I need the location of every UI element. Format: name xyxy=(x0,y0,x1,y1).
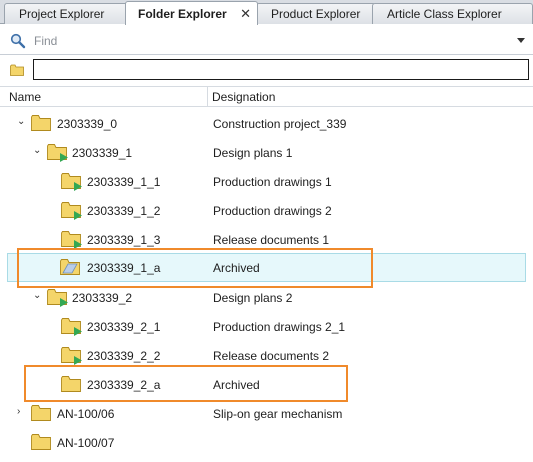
row-designation: Design plans 1 xyxy=(213,146,293,160)
column-designation-header[interactable]: Designation xyxy=(212,90,275,104)
folder-icon xyxy=(61,376,81,392)
path-input[interactable] xyxy=(33,59,529,80)
shared-folder-icon xyxy=(61,231,82,249)
row-name: 2303339_1_a xyxy=(87,261,161,275)
shared-folder-icon xyxy=(61,202,82,220)
tab-label: Article Class Explorer xyxy=(387,7,502,21)
row-designation: Design plans 2 xyxy=(213,291,293,305)
folder-icon xyxy=(10,64,24,76)
tree-row[interactable]: 2303339_2_2 Release documents 2 xyxy=(0,341,533,370)
tab-article-class-explorer[interactable]: Article Class Explorer xyxy=(372,3,533,24)
tree-row[interactable]: 2303339_2_1 Production drawings 2_1 xyxy=(0,312,533,341)
row-name: 2303339_2_1 xyxy=(87,320,161,334)
folder-icon xyxy=(31,115,51,131)
tab-label: Product Explorer xyxy=(271,7,361,21)
shared-folder-icon xyxy=(61,173,82,191)
search-icon xyxy=(10,33,26,49)
chevron-down-icon[interactable]: ⌄ xyxy=(17,117,27,127)
row-designation: Production drawings 1 xyxy=(213,175,332,189)
tree-row[interactable]: ⌄ 2303339_2 Design plans 2 xyxy=(0,283,533,312)
shared-folder-icon xyxy=(61,318,82,336)
folder-icon xyxy=(31,405,51,421)
row-name: 2303339_2_2 xyxy=(87,349,161,363)
tab-product-explorer[interactable]: Product Explorer xyxy=(256,3,376,24)
column-divider[interactable] xyxy=(207,87,208,106)
find-input[interactable]: Find xyxy=(34,34,57,48)
row-name: 2303339_1 xyxy=(72,146,133,160)
row-designation: Production drawings 2 xyxy=(213,204,332,218)
shared-folder-icon xyxy=(61,347,82,365)
row-designation: Release documents 1 xyxy=(213,233,330,247)
row-name: 2303339_2_a xyxy=(87,378,161,392)
row-name: 2303339_0 xyxy=(57,117,118,131)
row-designation: Archived xyxy=(213,378,260,392)
archive-folder-icon xyxy=(60,259,80,275)
close-icon[interactable]: ✕ xyxy=(240,6,251,22)
tree-row[interactable]: AN-100/07 xyxy=(0,428,533,457)
tab-strip: Project Explorer Folder Explorer ✕ Produ… xyxy=(0,0,533,25)
tree-row[interactable]: 2303339_2_a Archived xyxy=(0,370,533,399)
tree-row[interactable]: ⌄ 2303339_1 Design plans 1 xyxy=(0,138,533,167)
tree-row[interactable]: 2303339_1_1 Production drawings 1 xyxy=(0,167,533,196)
row-name: 2303339_2 xyxy=(72,291,133,305)
row-designation: Production drawings 2_1 xyxy=(213,320,346,334)
shared-folder-icon xyxy=(47,289,68,307)
tab-folder-explorer[interactable]: Folder Explorer ✕ xyxy=(125,1,258,25)
tree-row-selected[interactable]: 2303339_1_a Archived xyxy=(7,253,526,282)
row-name: AN-100/06 xyxy=(57,407,115,421)
chevron-down-icon[interactable]: ⌄ xyxy=(33,291,43,301)
shared-folder-icon xyxy=(47,144,68,162)
folder-tree: ⌄ 2303339_0 Construction project_339 ⌄ 2… xyxy=(0,108,533,462)
chevron-down-icon[interactable]: ⌄ xyxy=(33,146,43,156)
tree-row[interactable]: 2303339_1_3 Release documents 1 xyxy=(0,225,533,254)
tab-project-explorer[interactable]: Project Explorer xyxy=(4,3,132,24)
column-name-header[interactable]: Name xyxy=(9,90,41,104)
row-designation: Release documents 2 xyxy=(213,349,330,363)
column-header: Name Designation xyxy=(0,86,533,107)
tree-row[interactable]: 2303339_1_2 Production drawings 2 xyxy=(0,196,533,225)
tab-label: Project Explorer xyxy=(19,7,105,21)
row-name: 2303339_1_2 xyxy=(87,204,161,218)
row-designation: Archived xyxy=(213,261,260,275)
row-name: 2303339_1_3 xyxy=(87,233,161,247)
path-bar xyxy=(0,56,533,84)
chevron-right-icon[interactable]: › xyxy=(17,407,27,417)
find-bar[interactable]: Find xyxy=(0,26,533,55)
row-name: AN-100/07 xyxy=(57,436,115,450)
tab-label: Folder Explorer xyxy=(138,7,227,21)
tree-row[interactable]: ⌄ 2303339_0 Construction project_339 xyxy=(0,109,533,138)
row-name: 2303339_1_1 xyxy=(87,175,161,189)
folder-icon xyxy=(31,434,51,450)
tree-row[interactable]: › AN-100/06 Slip-on gear mechanism xyxy=(0,399,533,428)
row-designation: Slip-on gear mechanism xyxy=(213,407,343,421)
row-designation: Construction project_339 xyxy=(213,117,347,131)
chevron-down-icon[interactable] xyxy=(517,38,525,43)
